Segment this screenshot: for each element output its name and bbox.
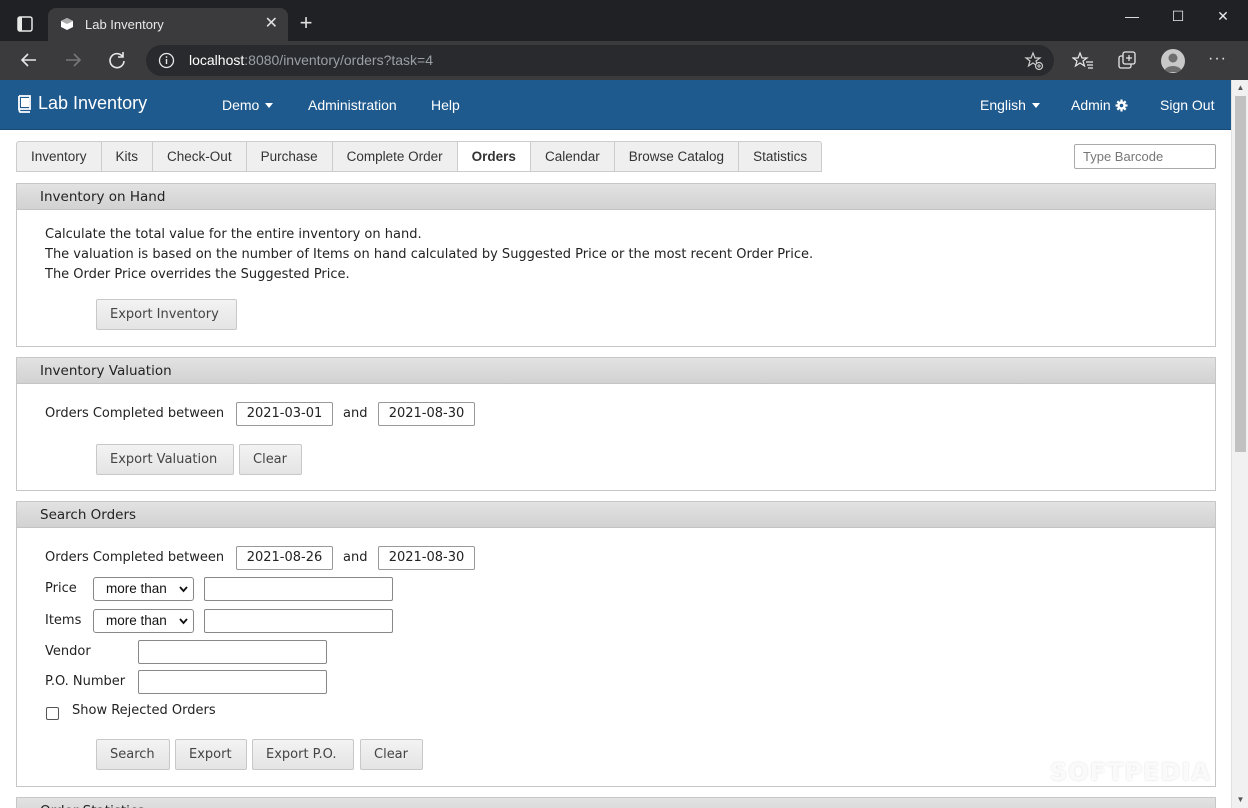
tab-calendar[interactable]: Calendar (529, 141, 614, 172)
nav-admin[interactable]: Admin (1071, 97, 1128, 113)
brand[interactable]: Lab Inventory (16, 93, 147, 114)
clear-valuation-button[interactable]: Clear (239, 444, 302, 475)
favicon-icon (61, 18, 73, 30)
section-tabs: Inventory Kits Check-Out Purchase Comple… (16, 141, 823, 172)
clear-search-button[interactable]: Clear (360, 739, 423, 770)
chevron-down-icon (1031, 103, 1040, 108)
chevron-down-icon (179, 618, 188, 625)
barcode-input[interactable] (1074, 144, 1216, 169)
nav-language[interactable]: English (980, 97, 1040, 113)
tab-statistics[interactable]: Statistics (738, 141, 823, 172)
tab-kits[interactable]: Kits (100, 141, 153, 172)
nav-demo[interactable]: Demo (222, 97, 274, 113)
items-label: Items (45, 613, 82, 628)
tab-orders[interactable]: Orders (456, 141, 530, 172)
tab-purchase[interactable]: Purchase (245, 141, 332, 172)
page-viewport: Lab Inventory Demo Administration Help E… (0, 80, 1248, 808)
tab-inventory[interactable]: Inventory (16, 141, 101, 172)
tab-complete-order[interactable]: Complete Order (331, 141, 457, 172)
and-label: and (343, 550, 368, 565)
nav-help[interactable]: Help (431, 97, 460, 113)
price-label: Price (45, 581, 77, 596)
items-input[interactable] (204, 609, 393, 633)
export-inventory-button[interactable]: Export Inventory (96, 299, 237, 330)
site-info-icon[interactable] (158, 52, 175, 69)
chevron-down-icon (179, 586, 188, 593)
search-date-from[interactable]: 2021-08-26 (236, 546, 333, 570)
vendor-label: Vendor (45, 644, 91, 659)
export-valuation-button[interactable]: Export Valuation (96, 444, 234, 475)
book-icon (18, 94, 31, 113)
maximize-icon[interactable]: ☐ (1168, 8, 1188, 25)
price-input[interactable] (204, 577, 393, 601)
page-scrollbar[interactable]: ▲ ▼ (1231, 80, 1248, 808)
search-button[interactable]: Search (96, 739, 170, 770)
scroll-up-icon[interactable]: ▲ (1235, 83, 1246, 93)
new-tab-icon[interactable]: + (296, 12, 316, 34)
scroll-down-icon[interactable]: ▼ (1235, 795, 1246, 805)
gear-icon (1115, 99, 1128, 112)
panel-title: Order Statistics (17, 798, 1215, 808)
browser-toolbar: localhost:8080/inventory/orders?task=4 ·… (0, 41, 1248, 80)
nav-administration[interactable]: Administration (308, 97, 397, 113)
valuation-date-from[interactable]: 2021-03-01 (236, 402, 333, 426)
tab-check-out[interactable]: Check-Out (152, 141, 246, 172)
valuation-date-to[interactable]: 2021-08-30 (378, 402, 475, 426)
price-operator-select[interactable]: more than (93, 577, 194, 601)
refresh-icon[interactable] (106, 49, 128, 71)
inventory-on-hand-panel: Inventory on Hand Calculate the total va… (16, 183, 1216, 347)
panel-title: Inventory Valuation (17, 358, 1215, 384)
chevron-down-icon (265, 103, 274, 108)
tab-browse-catalog[interactable]: Browse Catalog (613, 141, 739, 172)
tab-actions-icon[interactable] (14, 13, 36, 35)
and-label: and (343, 406, 368, 421)
app-navbar: Lab Inventory Demo Administration Help E… (0, 80, 1231, 130)
profile-avatar-icon[interactable] (1161, 49, 1185, 73)
watermark: SOFTPEDIA (1050, 758, 1211, 786)
collections-icon[interactable] (1116, 50, 1138, 72)
inventory-valuation-panel: Inventory Valuation Orders Completed bet… (16, 357, 1216, 491)
description-line: Calculate the total value for the entire… (45, 227, 422, 242)
search-orders-panel: Search Orders Orders Completed between 2… (16, 501, 1216, 787)
completed-between-label: Orders Completed between (45, 406, 225, 421)
forward-icon[interactable] (62, 49, 84, 71)
back-icon[interactable] (18, 49, 40, 71)
po-number-label: P.O. Number (45, 674, 126, 689)
minimize-icon[interactable]: — (1122, 8, 1142, 24)
description-line: The valuation is based on the number of … (45, 247, 814, 262)
export-po-button[interactable]: Export P.O. (252, 739, 354, 770)
search-date-to[interactable]: 2021-08-30 (378, 546, 475, 570)
add-favorite-icon[interactable] (1024, 51, 1044, 71)
order-statistics-panel: Order Statistics (16, 797, 1216, 808)
items-operator-select[interactable]: more than (93, 609, 194, 633)
close-window-icon[interactable]: ✕ (1213, 8, 1233, 25)
description-line: The Order Price overrides the Suggested … (45, 267, 350, 282)
completed-between-label: Orders Completed between (45, 550, 225, 565)
show-rejected-checkbox[interactable] (46, 707, 59, 720)
more-menu-icon[interactable]: ··· (1208, 50, 1227, 68)
export-button[interactable]: Export (175, 739, 247, 770)
nav-sign-out[interactable]: Sign Out (1160, 97, 1214, 113)
tab-close-icon[interactable]: ✕ (265, 15, 278, 33)
panel-title: Search Orders (17, 502, 1215, 528)
show-rejected-label: Show Rejected Orders (72, 703, 216, 718)
scroll-thumb[interactable] (1235, 96, 1246, 452)
browser-tab[interactable]: Lab Inventory ✕ (48, 8, 288, 41)
favorites-icon[interactable] (1072, 50, 1094, 72)
vendor-input[interactable] (138, 640, 327, 664)
po-number-input[interactable] (138, 670, 327, 694)
browser-titlebar: Lab Inventory ✕ + — ☐ ✕ (0, 0, 1248, 41)
url-text: localhost:8080/inventory/orders?task=4 (189, 52, 433, 68)
brand-label: Lab Inventory (38, 93, 148, 113)
panel-title: Inventory on Hand (17, 184, 1215, 210)
tab-title: Lab Inventory (85, 17, 164, 32)
address-bar[interactable]: localhost:8080/inventory/orders?task=4 (146, 45, 1054, 76)
